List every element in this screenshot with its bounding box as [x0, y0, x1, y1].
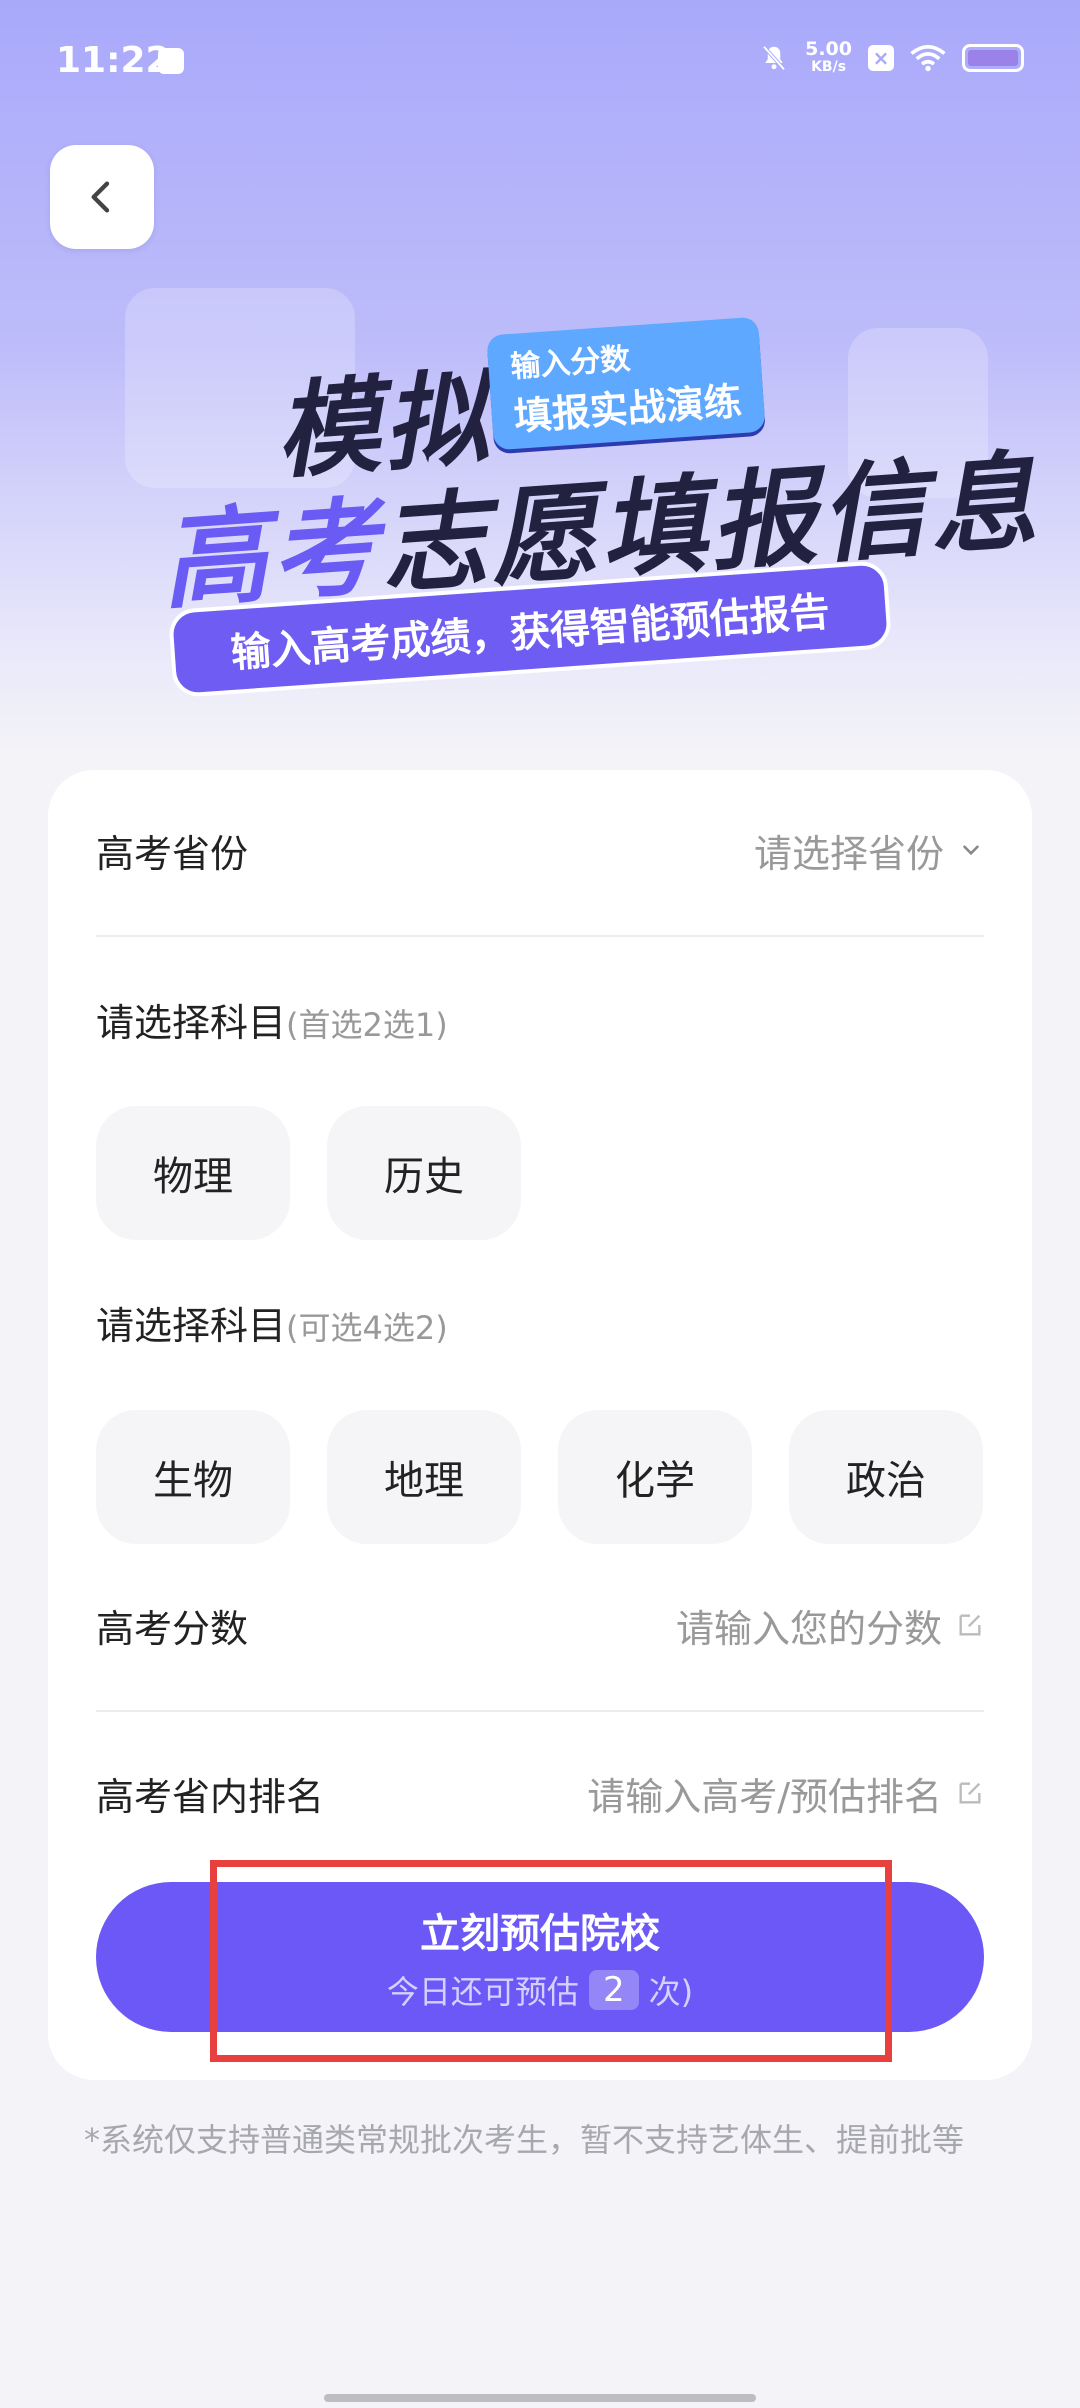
- rank-row[interactable]: 高考省内排名 请输入高考/预估排名: [96, 1763, 984, 1823]
- rank-label: 高考省内排名: [96, 1774, 325, 1819]
- status-time: 11:22: [56, 40, 171, 81]
- primary-subjects-title: 请选择科目(首选2选1): [96, 992, 448, 1047]
- footnote: *系统仅支持普通类常规批次考生，暂不支持艺体生、提前批等: [84, 2121, 965, 2159]
- net-speed: 5.00 KB/s: [805, 38, 852, 76]
- banner-tag: 输入分数 填报实战演练: [486, 316, 766, 451]
- subject-chip-history[interactable]: 历史: [327, 1106, 521, 1240]
- battery-level: [968, 49, 1018, 66]
- message-icon: [158, 48, 184, 74]
- home-indicator[interactable]: [324, 2394, 756, 2402]
- chevron-left-icon: [91, 181, 110, 213]
- score-input[interactable]: 请输入您的分数: [676, 1598, 984, 1653]
- subject-chip-politics[interactable]: 政治: [789, 1410, 983, 1544]
- sim-off-icon: ×: [868, 44, 894, 71]
- score-label: 高考分数: [96, 1606, 249, 1651]
- province-row[interactable]: 高考省份 请选择省份: [96, 820, 984, 880]
- rank-input[interactable]: 请输入高考/预估排名: [587, 1766, 984, 1821]
- elective-subjects-hint: (可选4选2): [286, 1309, 448, 1347]
- score-row[interactable]: 高考分数 请输入您的分数: [96, 1595, 984, 1655]
- status-bar: 11:22 5.00 KB/s ×: [0, 0, 1080, 120]
- subject-chip-biology[interactable]: 生物: [96, 1410, 290, 1544]
- wifi-icon: [910, 44, 946, 71]
- primary-subjects-title-text: 请选择科目: [96, 1001, 287, 1045]
- elective-subjects-title-text: 请选择科目: [96, 1304, 287, 1348]
- back-button[interactable]: [50, 145, 154, 249]
- primary-subjects-hint: (首选2选1): [286, 1006, 448, 1044]
- province-placeholder: 请选择省份: [753, 831, 944, 876]
- rank-placeholder: 请输入高考/预估排名: [587, 1774, 942, 1819]
- divider: [96, 935, 984, 937]
- net-speed-value: 5.00: [805, 38, 852, 60]
- divider: [96, 1710, 984, 1712]
- bell-muted-icon: [762, 45, 786, 70]
- edit-icon: [959, 1782, 981, 1804]
- edit-icon: [959, 1614, 981, 1636]
- subject-chip-physics[interactable]: 物理: [96, 1106, 290, 1240]
- highlight-annotation-box: [210, 1860, 892, 2062]
- elective-subjects-title: 请选择科目(可选4选2): [96, 1295, 448, 1350]
- subject-chip-chemistry[interactable]: 化学: [558, 1410, 752, 1544]
- subject-chip-geography[interactable]: 地理: [327, 1410, 521, 1544]
- status-icons: 5.00 KB/s ×: [759, 40, 1024, 75]
- province-select[interactable]: 请选择省份: [754, 823, 984, 878]
- banner: 模拟 输入分数 填报实战演练 高考志愿填报信息 输入高考成绩，获得智能预估报告: [0, 280, 1080, 720]
- score-placeholder: 请输入您的分数: [675, 1606, 942, 1651]
- province-label: 高考省份: [96, 831, 249, 876]
- battery-icon: [962, 43, 1024, 72]
- net-speed-unit: KB/s: [811, 59, 847, 75]
- chevron-down-icon: [963, 845, 979, 856]
